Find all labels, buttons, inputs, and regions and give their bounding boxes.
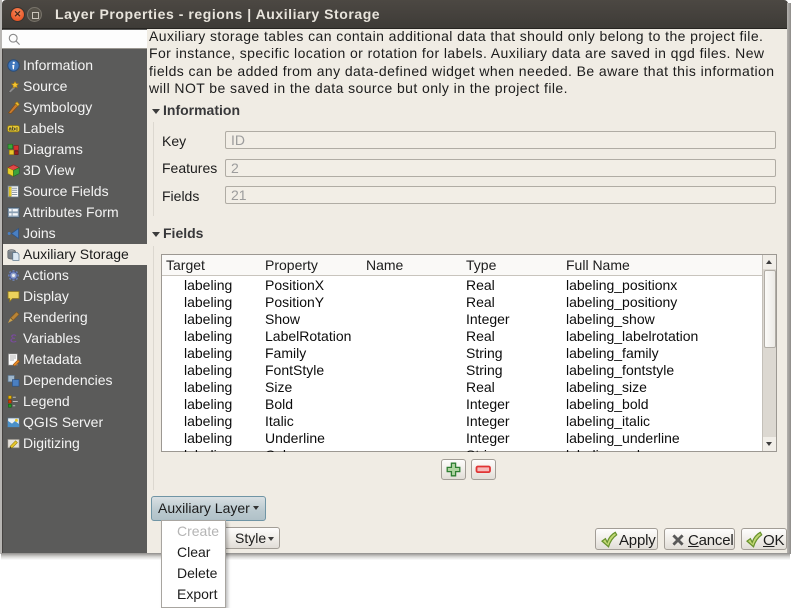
svg-text:abc: abc [9, 127, 19, 133]
